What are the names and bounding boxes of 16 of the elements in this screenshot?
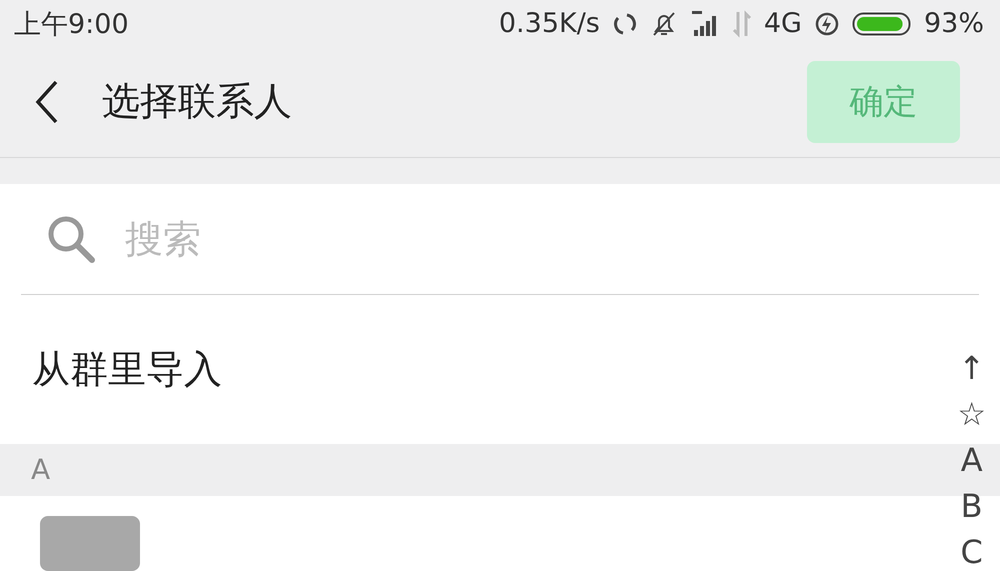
data-arrows-icon	[732, 10, 752, 38]
charging-icon	[814, 10, 840, 37]
search-field[interactable]: 搜索	[123, 216, 979, 262]
battery-percent: 93%	[924, 8, 984, 40]
index-letter[interactable]: ☆	[957, 391, 986, 437]
network-speed: 0.35K/s	[498, 8, 600, 40]
sync-icon	[612, 10, 638, 37]
index-letter[interactable]: C	[960, 529, 983, 571]
page-title: 选择联系人	[102, 78, 293, 126]
network-type: 4G	[764, 8, 802, 40]
index-letter[interactable]: A	[960, 437, 983, 483]
index-letter[interactable]: ↑	[958, 345, 986, 391]
battery-icon	[852, 10, 912, 37]
clock: 上午9:00	[14, 8, 130, 42]
index-letter[interactable]: B	[960, 483, 983, 529]
import-from-group-item[interactable]: 从群里导入	[32, 344, 222, 395]
